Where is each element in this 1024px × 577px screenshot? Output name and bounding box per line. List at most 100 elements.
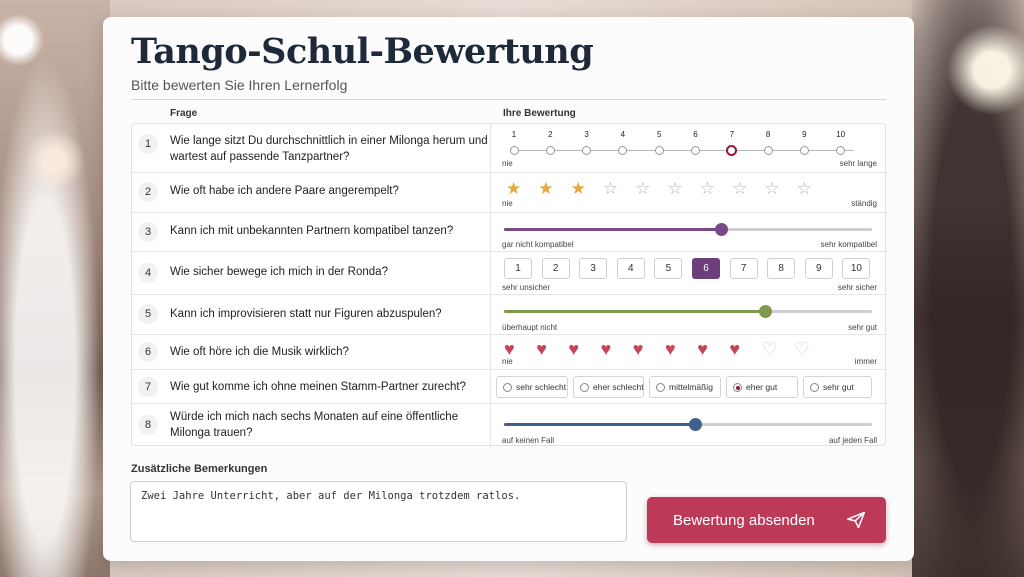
radio-option[interactable]: sehr gut — [803, 376, 872, 398]
answer-slider[interactable]: gar nicht kompatibel sehr kompatibel — [502, 222, 877, 252]
number-box-3[interactable]: 3 — [579, 258, 608, 279]
radio-option[interactable]: eher schlecht — [573, 376, 644, 398]
radio-option[interactable]: eher gut — [726, 376, 798, 398]
question-number: 1 — [138, 134, 158, 154]
slider-max-label: sehr gut — [848, 323, 877, 332]
scale-number: 6 — [693, 130, 698, 139]
radio-button[interactable] — [580, 383, 589, 392]
question-row-1: 1 Wie lange sitzt Du durchschnittlich in… — [132, 124, 887, 172]
scale-point[interactable] — [799, 146, 809, 155]
slider-thumb[interactable] — [688, 418, 702, 431]
star-icon[interactable]: ★ — [506, 180, 521, 198]
radio-option[interactable]: sehr schlecht — [496, 376, 568, 398]
scale-point[interactable] — [691, 146, 700, 155]
question-row-7: 7 Wie gut komme ich ohne meinen Stamm-Pa… — [132, 369, 887, 404]
scale-point[interactable] — [509, 146, 519, 155]
radio-option[interactable]: mittelmäßig — [649, 376, 721, 398]
question-text: Wie oft höre ich die Musik wirklich? — [170, 346, 349, 358]
heart-icon[interactable]: ♥ — [504, 340, 515, 358]
star-icon[interactable]: ☆ — [700, 180, 715, 198]
question-number: 5 — [138, 304, 158, 324]
slider-min-label: überhaupt nicht — [502, 323, 558, 332]
question-text: Kann ich mit unbekannten Partnern kompat… — [170, 225, 454, 237]
question-number: 2 — [138, 182, 158, 202]
answer-stars: ★ ★ ★ ☆ ☆ ☆ ☆ ☆ ☆ ☆ nie ständig — [502, 180, 877, 213]
heart-icon[interactable]: ♥ — [665, 340, 676, 358]
scale-point[interactable] — [836, 146, 846, 155]
question-number: 3 — [138, 222, 158, 242]
number-box-10[interactable]: 10 — [842, 258, 871, 279]
question-number: 6 — [138, 342, 158, 362]
radio-button[interactable] — [733, 383, 742, 392]
column-header-answer: Ihre Bewertung — [503, 108, 576, 119]
scale-point[interactable] — [654, 146, 664, 155]
answer-slider[interactable]: überhaupt nicht sehr gut — [502, 304, 877, 335]
heart-icon[interactable]: ♥ — [729, 340, 740, 358]
scale-number: 3 — [584, 130, 589, 139]
scale-number: 10 — [836, 130, 846, 139]
heart-icon[interactable]: ♥ — [697, 340, 708, 358]
star-icon[interactable]: ★ — [571, 180, 586, 198]
question-row-2: 2 Wie oft habe ich andere Paare angeremp… — [132, 172, 887, 213]
radio-button[interactable] — [810, 383, 819, 392]
number-box-9[interactable]: 9 — [804, 258, 833, 279]
number-box-8[interactable]: 8 — [767, 258, 796, 279]
question-text: Würde ich mich nach sechs Monaten auf ei… — [170, 411, 459, 439]
number-box-1[interactable]: 1 — [504, 258, 532, 279]
slider-min-label: auf keinen Fall — [502, 436, 555, 445]
submit-button[interactable]: Bewertung absenden — [647, 497, 886, 543]
heart-icon[interactable]: ♥ — [568, 340, 579, 358]
question-row-5: 5 Kann ich improvisieren statt nur Figur… — [132, 294, 887, 335]
number-box-4[interactable]: 4 — [616, 258, 645, 279]
radio-button[interactable] — [656, 383, 665, 392]
radio-label: sehr schlecht — [516, 382, 567, 392]
radio-label: eher gut — [746, 382, 778, 392]
submit-button-label: Bewertung absenden — [673, 512, 815, 529]
boxes-max-label: sehr sicher — [837, 283, 877, 292]
scale-number: 5 — [656, 130, 662, 139]
background-right — [912, 0, 1024, 577]
radio-button[interactable] — [503, 383, 512, 392]
heart-icon[interactable]: ♥ — [601, 340, 612, 358]
star-icon[interactable]: ☆ — [764, 180, 779, 198]
scale-number: 9 — [802, 130, 807, 139]
stars-min-label: nie — [502, 199, 513, 208]
heart-icon[interactable]: ♡ — [762, 340, 778, 358]
star-icon[interactable]: ★ — [538, 180, 553, 198]
star-icon[interactable]: ☆ — [603, 180, 618, 198]
scale-point[interactable] — [763, 146, 773, 155]
star-icon[interactable]: ☆ — [635, 180, 650, 198]
heart-icon[interactable]: ♥ — [633, 340, 644, 358]
question-text: Wie oft habe ich andere Paare angerempel… — [170, 185, 399, 197]
scale-number: 7 — [729, 130, 735, 139]
scale-number: 1 — [511, 130, 517, 139]
hearts-max-label: immer — [854, 357, 877, 366]
heart-icon[interactable]: ♥ — [536, 340, 547, 358]
star-icon[interactable]: ☆ — [668, 180, 683, 198]
scale-point[interactable] — [618, 146, 628, 155]
scale-min-label: nie — [502, 159, 513, 168]
scale-point[interactable] — [545, 146, 555, 155]
stars-max-label: ständig — [851, 199, 877, 208]
answer-slider[interactable]: auf keinen Fall auf jeden Fall — [502, 417, 877, 448]
slider-max-label: auf jeden Fall — [828, 436, 877, 445]
star-icon[interactable]: ☆ — [797, 180, 812, 198]
question-number: 4 — [138, 263, 158, 283]
number-box-7[interactable]: 7 — [729, 258, 758, 279]
question-row-6: 6 Wie oft höre ich die Musik wirklich? ♥… — [132, 334, 887, 370]
number-box-5[interactable]: 5 — [654, 258, 683, 279]
remarks-label: Zusätzliche Bemerkungen — [131, 463, 268, 475]
slider-thumb[interactable] — [714, 223, 728, 236]
number-box-6[interactable]: 6 — [692, 258, 720, 279]
remarks-textarea[interactable] — [130, 481, 627, 542]
scale-point[interactable] — [726, 145, 738, 156]
questions-table: 1 Wie lange sitzt Du durchschnittlich in… — [131, 123, 887, 448]
question-row-4: 4 Wie sicher bewege ich mich in der Rond… — [132, 251, 887, 295]
scale-point[interactable] — [582, 146, 592, 155]
star-icon[interactable]: ☆ — [732, 180, 747, 198]
number-box-2[interactable]: 2 — [541, 258, 570, 279]
slider-thumb[interactable] — [758, 305, 772, 318]
question-row-3: 3 Kann ich mit unbekannten Partnern komp… — [132, 212, 887, 252]
heart-icon[interactable]: ♡ — [794, 340, 810, 358]
scale-number: 8 — [765, 130, 771, 139]
